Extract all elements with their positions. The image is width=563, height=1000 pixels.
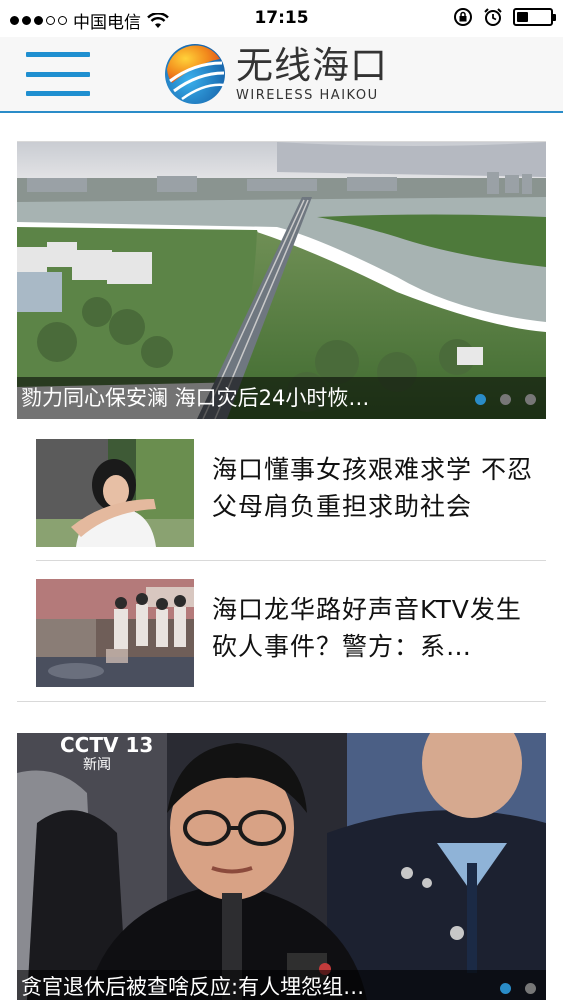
hero-caption-text: 勠力同心保安澜 海口灾后24小时恢… bbox=[21, 386, 370, 410]
news-thumbnail-ktv-scene bbox=[36, 579, 194, 687]
logo-title-en: WIRELESS HAIKOU bbox=[236, 87, 379, 103]
rotation-lock-icon bbox=[454, 8, 472, 26]
status-bar: 中国电信 17:15 bbox=[0, 0, 563, 37]
hero-image-official-in-court: CCTV 13 新闻 bbox=[17, 733, 546, 1000]
cctv-watermark-sub: 新闻 bbox=[83, 757, 111, 773]
battery-icon bbox=[513, 8, 556, 26]
logo-title-cn: 无线海口 bbox=[236, 43, 388, 87]
news-list-item[interactable]: 海口懂事女孩艰难求学 不忍父母肩负重担求助社会 bbox=[36, 439, 546, 547]
news-title: 海口懂事女孩艰难求学 不忍父母肩负重担求助社会 bbox=[212, 455, 533, 521]
carousel-dot[interactable] bbox=[500, 394, 511, 405]
news-title: 海口龙华路好声音KTV发生砍人事件？警方：系… bbox=[212, 595, 522, 661]
divider bbox=[36, 560, 546, 561]
alarm-icon bbox=[484, 8, 502, 26]
menu-button[interactable] bbox=[26, 49, 90, 99]
app-logo[interactable]: 无线海口 WIRELESS HAIKOU bbox=[162, 41, 388, 107]
carousel-dot[interactable] bbox=[500, 983, 511, 994]
news-thumbnail bbox=[36, 439, 194, 547]
cctv-watermark: CCTV 13 bbox=[60, 733, 153, 757]
news-thumbnail bbox=[36, 579, 194, 687]
carousel-dots bbox=[475, 394, 536, 405]
news-list-item[interactable]: 海口龙华路好声音KTV发生砍人事件？警方：系… bbox=[36, 579, 546, 687]
hero-caption: 勠力同心保安澜 海口灾后24小时恢… bbox=[17, 377, 546, 419]
carousel-dots bbox=[500, 983, 536, 994]
hero-caption: 贪官退休后被查啥反应:有人埋怨组… bbox=[17, 970, 546, 1000]
carousel-dot[interactable] bbox=[475, 394, 486, 405]
hero-caption-text: 贪官退休后被查啥反应:有人埋怨组… bbox=[21, 975, 365, 999]
app-header: 无线海口 WIRELESS HAIKOU bbox=[0, 37, 563, 113]
divider bbox=[17, 701, 546, 702]
hero-carousel-top[interactable]: 勠力同心保安澜 海口灾后24小时恢… bbox=[17, 142, 546, 419]
carousel-dot[interactable] bbox=[525, 983, 536, 994]
hero-carousel-bottom[interactable]: CCTV 13 新闻 贪官退休后被查啥反应:有人埋怨组… bbox=[17, 733, 546, 1000]
globe-logo-icon bbox=[165, 44, 225, 104]
carousel-dot[interactable] bbox=[525, 394, 536, 405]
news-thumbnail-girl bbox=[36, 439, 194, 547]
menu-icon bbox=[26, 52, 90, 57]
